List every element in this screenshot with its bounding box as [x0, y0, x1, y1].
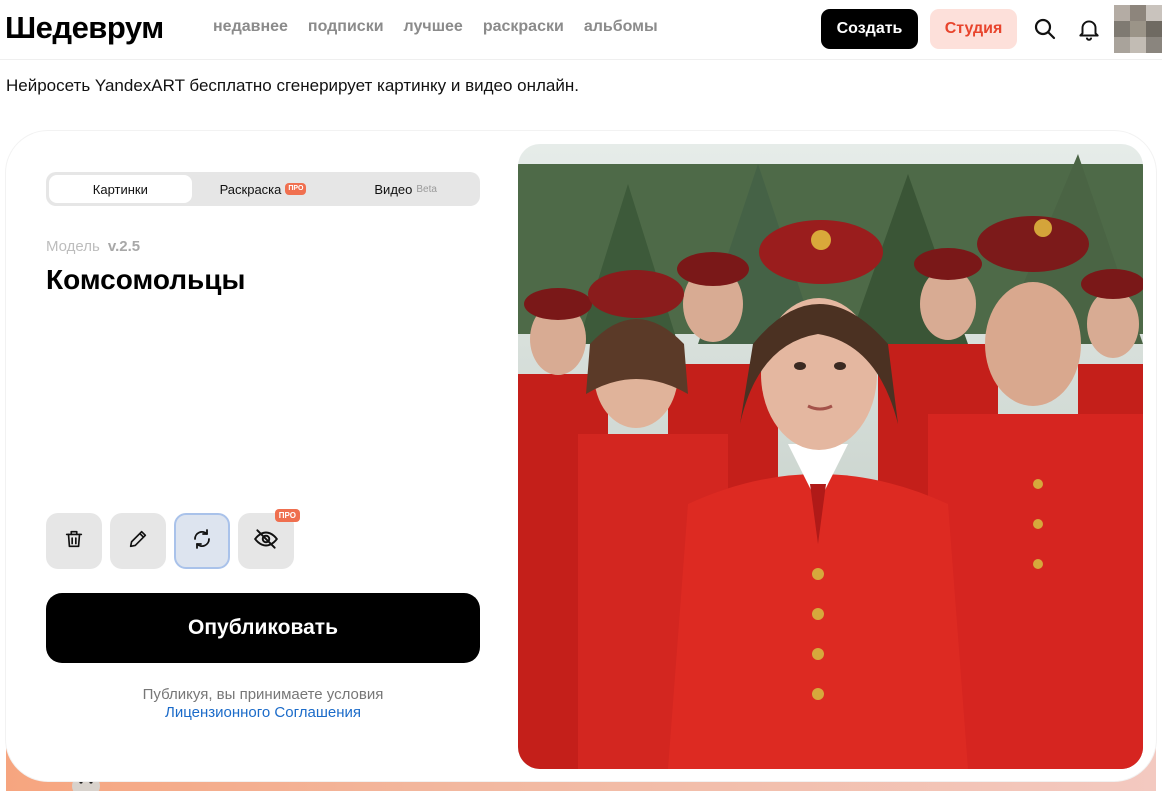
license-agreement-link[interactable]: Лицензионного Соглашения — [46, 704, 480, 722]
tab-images[interactable]: Картинки — [49, 175, 192, 203]
beta-badge: Beta — [416, 183, 437, 195]
trash-icon — [63, 528, 85, 555]
site-tagline: Нейросеть YandexART бесплатно сгенерируе… — [6, 76, 579, 95]
main-nav: недавнее подписки лучшее раскраски альбо… — [213, 18, 658, 36]
generated-image[interactable] — [518, 144, 1143, 769]
image-actions: ПРО — [46, 509, 300, 569]
studio-button[interactable]: Студия — [930, 9, 1017, 49]
top-header: Шедеврум недавнее подписки лучшее раскра… — [0, 0, 1162, 60]
generation-mode-switch: Картинки Раскраска ПРО Видео Beta — [46, 172, 480, 206]
nav-recent[interactable]: недавнее — [213, 18, 288, 36]
pro-badge: ПРО — [285, 183, 307, 195]
nav-albums[interactable]: альбомы — [584, 18, 658, 36]
nav-coloring[interactable]: раскраски — [483, 18, 564, 36]
prompt-title: Комсомольцы — [46, 264, 246, 295]
refresh-icon — [190, 527, 214, 556]
edit-button[interactable] — [110, 513, 166, 569]
tab-video-label: Видео — [374, 181, 413, 197]
regenerate-button[interactable] — [174, 513, 230, 569]
search-icon[interactable] — [1031, 15, 1059, 43]
model-version: v.2.5 — [107, 238, 141, 255]
terms-notice: Публикуя, вы принимаете условия Лицензио… — [46, 686, 480, 722]
site-logo[interactable]: Шедеврум — [5, 10, 164, 46]
user-avatar[interactable] — [1114, 5, 1162, 53]
publish-button[interactable]: Опубликовать — [46, 593, 480, 663]
delete-button[interactable] — [46, 513, 102, 569]
tab-images-label: Картинки — [92, 181, 148, 197]
pencil-icon — [127, 528, 149, 555]
terms-text: Публикуя, вы принимаете условия — [142, 686, 384, 703]
pro-badge: ПРО — [274, 509, 300, 522]
tab-coloring-label: Раскраска — [219, 181, 282, 197]
nav-subscriptions[interactable]: подписки — [308, 18, 384, 36]
bell-icon[interactable] — [1075, 15, 1103, 43]
tab-coloring[interactable]: Раскраска ПРО — [192, 175, 335, 203]
eye-off-icon — [253, 526, 279, 557]
tab-video[interactable]: Видео Beta — [334, 175, 477, 203]
hide-button[interactable]: ПРО — [238, 509, 300, 569]
model-label: Модель — [46, 238, 100, 255]
nav-best[interactable]: лучшее — [404, 18, 463, 36]
create-button[interactable]: Создать — [821, 9, 918, 49]
model-info: Модель v.2.5 — [46, 238, 140, 255]
